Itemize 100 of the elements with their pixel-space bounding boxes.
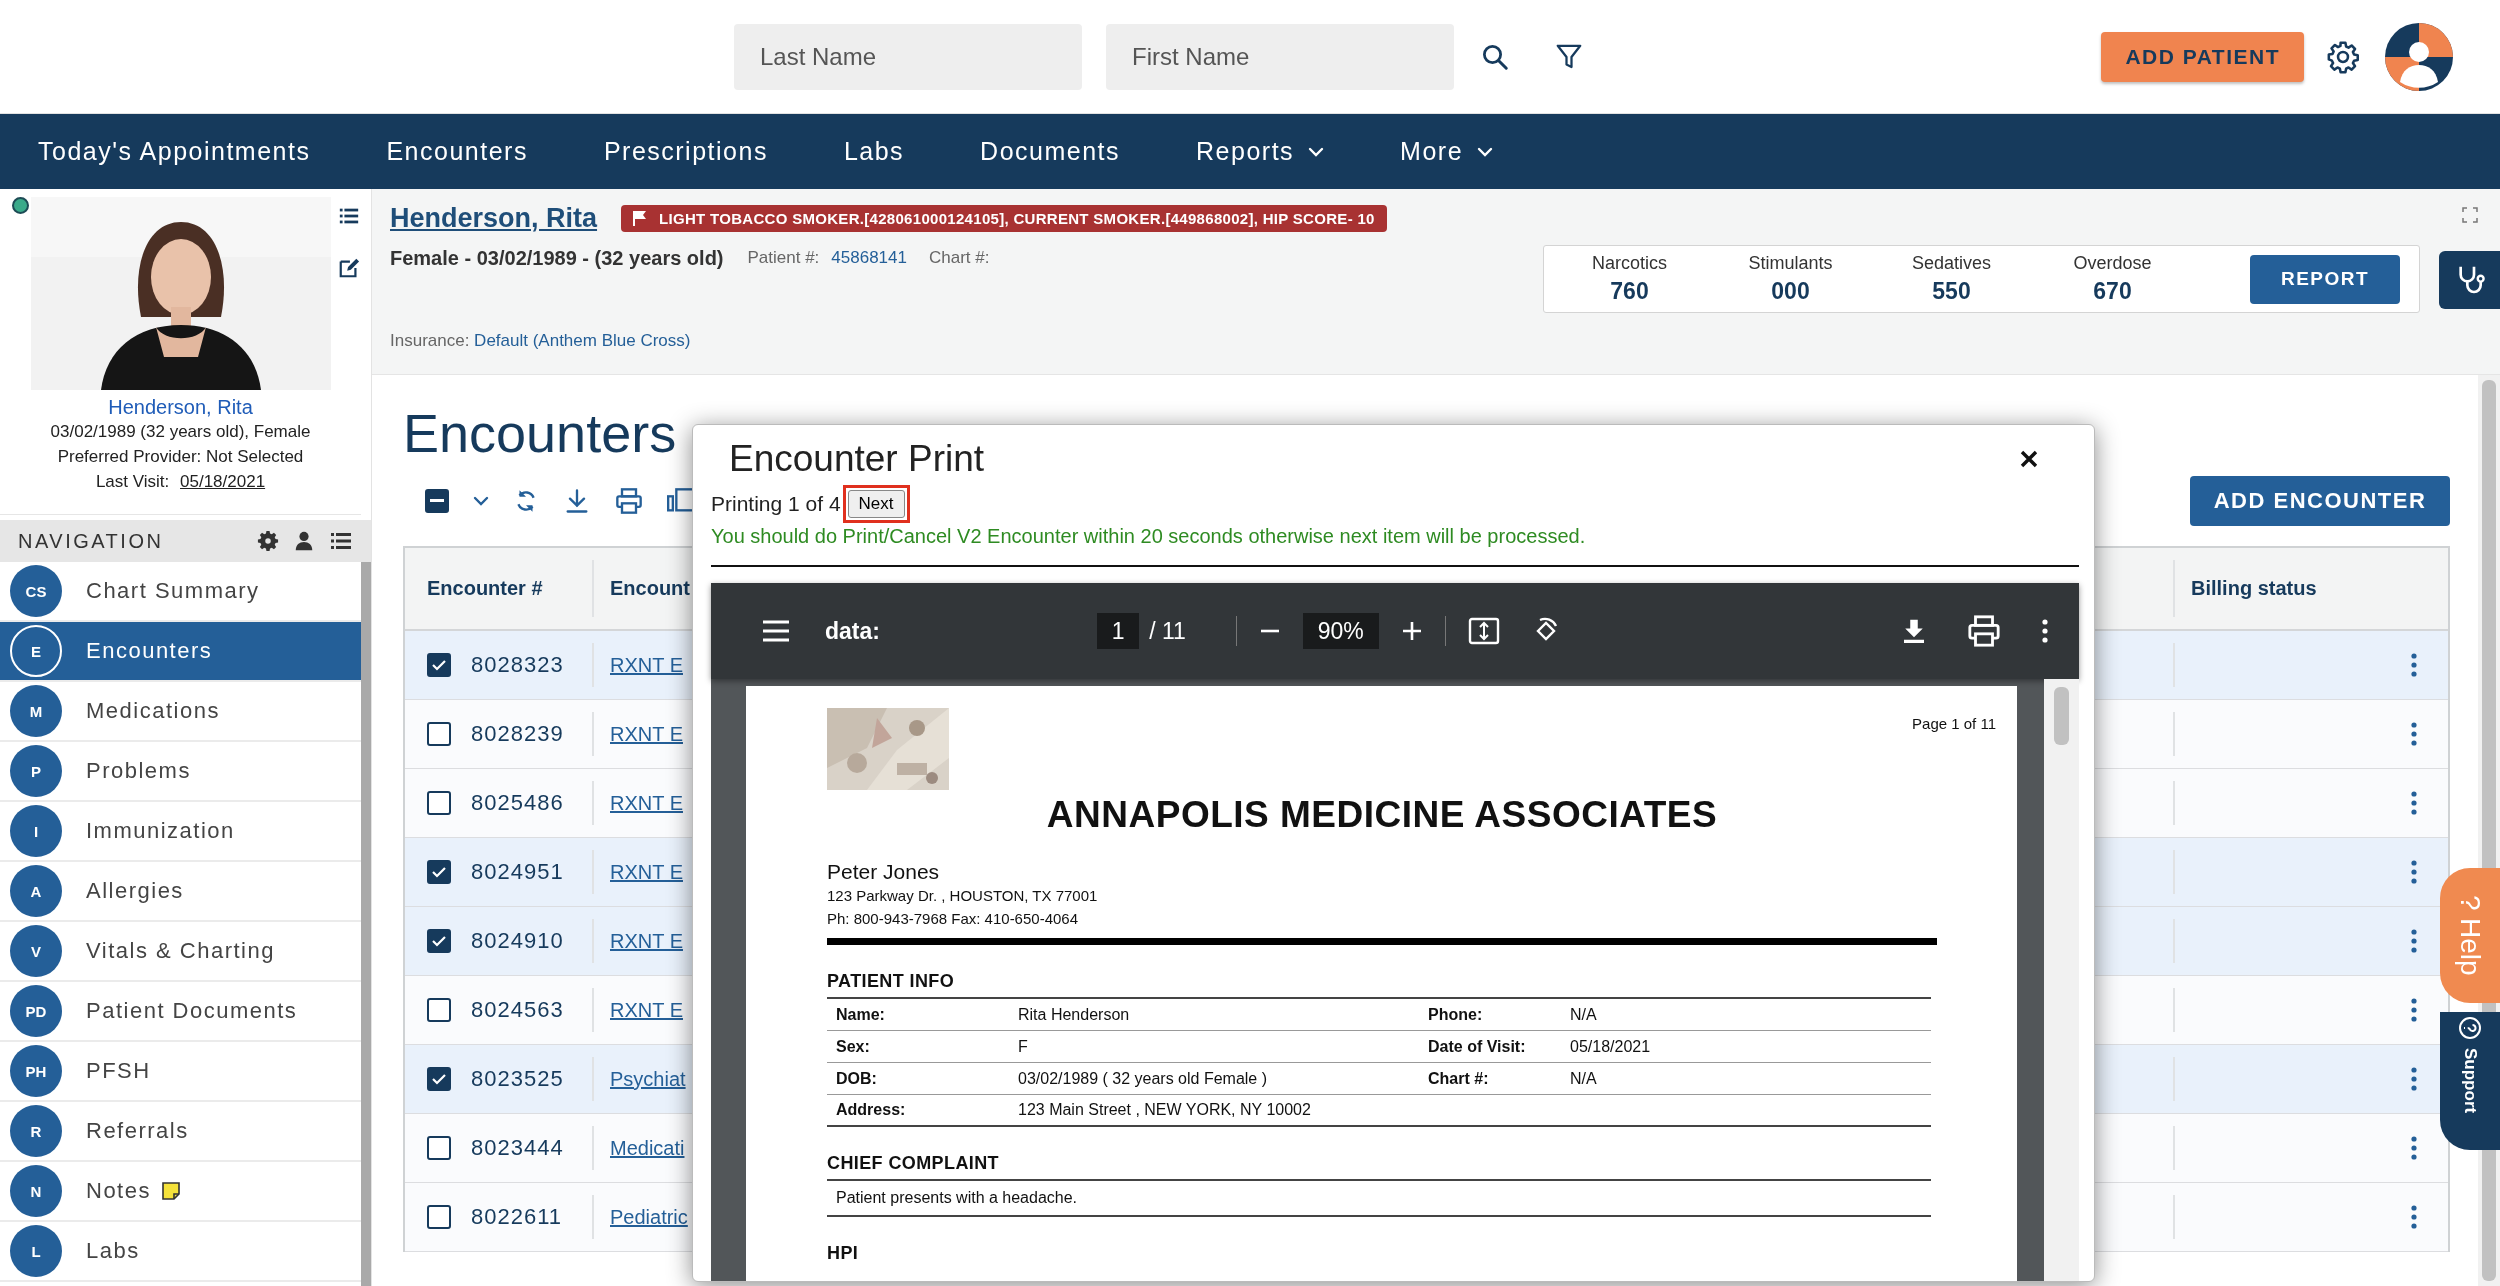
menu-item[interactable]: Today's Appointments bbox=[38, 137, 311, 166]
row-checkbox[interactable] bbox=[427, 929, 451, 953]
more-icon[interactable] bbox=[2410, 1066, 2418, 1092]
menu-item[interactable]: Prescriptions bbox=[603, 137, 768, 166]
support-tab[interactable]: Support bbox=[2440, 1012, 2500, 1150]
page-number-field[interactable]: 1 bbox=[1097, 613, 1140, 649]
encounter-link[interactable]: RXNT E bbox=[610, 860, 683, 884]
menu-item[interactable]: Labs bbox=[843, 137, 905, 166]
edit-icon[interactable] bbox=[338, 257, 360, 279]
navigation-label: Notes bbox=[86, 1178, 151, 1204]
encounter-number: 8024951 bbox=[471, 859, 564, 885]
last-name-field[interactable]: Last Name bbox=[734, 23, 1082, 90]
more-icon[interactable] bbox=[2410, 859, 2418, 885]
column-header: Billing status bbox=[2191, 577, 2317, 600]
scrollbar[interactable] bbox=[361, 562, 371, 1286]
avatar-icon[interactable] bbox=[2384, 21, 2454, 92]
zoom-field[interactable]: 90% bbox=[1302, 613, 1379, 649]
more-icon[interactable] bbox=[2410, 721, 2418, 747]
navigation-item[interactable]: P Problems bbox=[0, 742, 361, 802]
encounter-number: 8022611 bbox=[471, 1204, 562, 1230]
navigation-label: Referrals bbox=[86, 1118, 189, 1144]
caret-icon bbox=[1477, 146, 1494, 157]
field-value: Rita Henderson bbox=[1018, 1005, 1131, 1024]
check-icon bbox=[431, 1073, 447, 1085]
column-header: Encount bbox=[610, 577, 690, 600]
row-checkbox[interactable] bbox=[427, 860, 451, 884]
row-checkbox[interactable] bbox=[427, 653, 451, 677]
navigation-item[interactable]: PD Patient Documents bbox=[0, 982, 361, 1042]
field-value: N/A bbox=[1570, 1069, 1598, 1088]
navigation-item[interactable]: I Immunization bbox=[0, 802, 361, 862]
navigation-item[interactable]: L Labs bbox=[0, 1222, 361, 1282]
field-label: Address: bbox=[835, 1101, 907, 1119]
navigation-item[interactable]: E Encounters bbox=[0, 622, 361, 682]
scrollbar[interactable] bbox=[2044, 679, 2079, 1281]
navigation-label: PFSH bbox=[86, 1058, 151, 1084]
select-all-checkbox[interactable] bbox=[425, 489, 449, 513]
menu-item[interactable]: Documents bbox=[980, 137, 1121, 166]
add-patient-button[interactable]: ADD PATIENT bbox=[2101, 31, 2304, 82]
field-label: DOB: bbox=[835, 1069, 878, 1088]
more-icon[interactable] bbox=[2410, 1135, 2418, 1161]
stat-value: 550 bbox=[1932, 278, 1971, 305]
row-checkbox[interactable] bbox=[427, 1205, 451, 1229]
menu-item[interactable]: Reports bbox=[1196, 137, 1325, 166]
field-label: Sex: bbox=[835, 1037, 871, 1056]
alert-badge: LIGHT TOBACCO SMOKER.[428061000124105], CURRENT SMOKER.[449868002], HIP SCORE- 10 bbox=[621, 204, 1387, 232]
note-icon bbox=[161, 1181, 181, 1201]
navigation-item[interactable]: A Allergies bbox=[0, 862, 361, 922]
encounter-link[interactable]: RXNT E bbox=[610, 653, 683, 677]
encounter-link[interactable]: Psychiat bbox=[610, 1067, 686, 1091]
close-icon[interactable] bbox=[2019, 449, 2039, 469]
navigation-badge: PH bbox=[10, 1045, 62, 1097]
more-icon[interactable] bbox=[2410, 652, 2418, 678]
row-checkbox[interactable] bbox=[427, 722, 451, 746]
fit-page-icon[interactable] bbox=[1467, 617, 1500, 645]
patient-name-link[interactable]: Henderson, Rita bbox=[108, 396, 253, 419]
field-label: Date of Visit: bbox=[1427, 1037, 1527, 1056]
menu-item[interactable]: Encounters bbox=[386, 137, 528, 166]
more-icon[interactable] bbox=[2410, 790, 2418, 816]
more-icon[interactable] bbox=[2410, 997, 2418, 1023]
field-label: Phone: bbox=[1427, 1005, 1484, 1024]
navigation-item[interactable]: V Vitals & Charting bbox=[0, 922, 361, 982]
more-icon[interactable] bbox=[2410, 928, 2418, 954]
row-checkbox[interactable] bbox=[427, 1067, 451, 1091]
report-button[interactable]: REPORT bbox=[2250, 254, 2400, 304]
first-name-field[interactable]: First Name bbox=[1106, 23, 1454, 90]
print-icon[interactable] bbox=[615, 487, 643, 515]
row-checkbox[interactable] bbox=[427, 791, 451, 815]
add-encounter-button[interactable]: ADD ENCOUNTER bbox=[2190, 476, 2450, 526]
settings-icon[interactable] bbox=[257, 530, 279, 552]
encounter-link[interactable]: Pediatric bbox=[610, 1205, 688, 1229]
practice-name: ANNAPOLIS MEDICINE ASSOCIATES bbox=[1045, 794, 1719, 836]
navigation-item[interactable]: PH PFSH bbox=[0, 1042, 361, 1102]
patient-number-link[interactable]: 45868141 bbox=[831, 248, 907, 268]
more-icon[interactable] bbox=[2410, 1204, 2418, 1230]
stethoscope-button[interactable] bbox=[2439, 251, 2500, 309]
navigation-item[interactable]: CS Chart Summary bbox=[0, 562, 361, 622]
navigation-item[interactable]: N Notes bbox=[0, 1162, 361, 1222]
encounter-link[interactable]: RXNT E bbox=[610, 998, 683, 1022]
encounter-number: 8028323 bbox=[471, 652, 564, 678]
row-checkbox[interactable] bbox=[427, 998, 451, 1022]
person-icon[interactable] bbox=[293, 530, 315, 552]
encounter-link[interactable]: RXNT E bbox=[610, 791, 683, 815]
more-icon[interactable] bbox=[2041, 618, 2049, 644]
navigation-item[interactable]: M Medications bbox=[0, 682, 361, 742]
dialog-title: Encounter Print bbox=[729, 438, 986, 480]
encounter-link[interactable]: RXNT E bbox=[610, 929, 683, 953]
expand-icon[interactable] bbox=[2462, 207, 2478, 223]
menu-icon[interactable] bbox=[761, 619, 791, 643]
row-checkbox[interactable] bbox=[427, 1136, 451, 1160]
navigation-item[interactable]: R Referrals bbox=[0, 1102, 361, 1162]
menu-item[interactable]: More bbox=[1400, 137, 1494, 166]
print-icon[interactable] bbox=[1967, 614, 2001, 648]
patient-name-link[interactable]: Henderson, Rita bbox=[390, 202, 598, 234]
navigation-label: Problems bbox=[86, 758, 191, 784]
page-title: Encounters bbox=[403, 403, 677, 463]
settings-icon[interactable] bbox=[2326, 39, 2360, 74]
next-button[interactable]: Next bbox=[847, 490, 905, 518]
encounter-link[interactable]: Medicati bbox=[610, 1136, 685, 1160]
zoom-in-icon[interactable] bbox=[1400, 620, 1423, 642]
encounter-link[interactable]: RXNT E bbox=[610, 722, 683, 746]
